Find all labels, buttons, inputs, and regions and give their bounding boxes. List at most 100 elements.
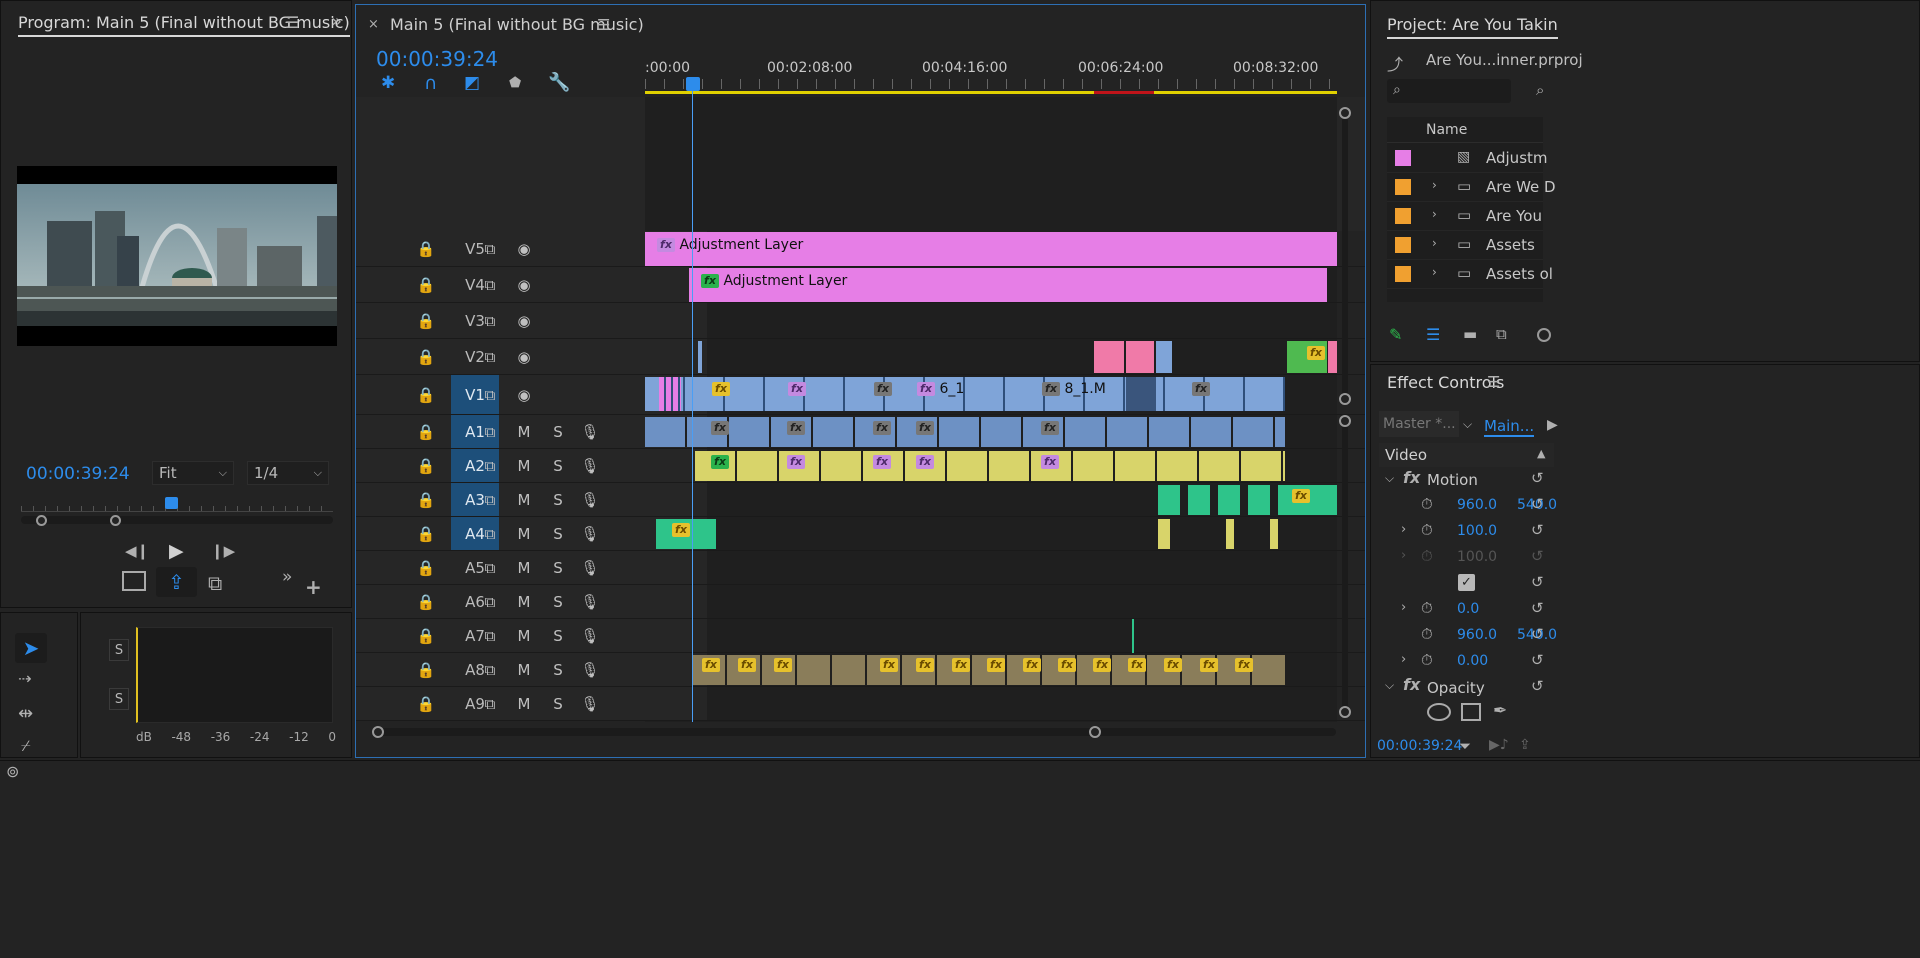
rotation-value[interactable]: 0.0 bbox=[1457, 601, 1479, 617]
audio-vertical-scrollbar[interactable] bbox=[1342, 415, 1348, 711]
stopwatch-icon[interactable]: ⏱ bbox=[1421, 625, 1433, 643]
reset-icon[interactable]: ↺ bbox=[1531, 625, 1544, 643]
collapse-up-icon[interactable]: ▲ bbox=[1537, 447, 1545, 460]
bin-row[interactable]: › ▭ Assets bbox=[1387, 231, 1543, 260]
play-icon[interactable]: ▶ bbox=[169, 540, 184, 562]
microphone-icon[interactable]: 🎙 bbox=[580, 551, 600, 584]
ellipse-mask-icon[interactable] bbox=[1427, 703, 1451, 721]
solo-button[interactable]: S bbox=[548, 415, 568, 448]
time-ruler[interactable]: :00:00 00:02:08:00 00:04:16:00 00:06:24:… bbox=[645, 55, 1337, 97]
lock-icon[interactable]: 🔒 bbox=[416, 551, 436, 584]
play-arrow-icon[interactable]: ▶ bbox=[1547, 417, 1558, 433]
audio-clip[interactable]: fx bbox=[987, 657, 1007, 675]
more-controls-icon[interactable]: » bbox=[282, 567, 292, 587]
chevron-right-icon[interactable]: › bbox=[1432, 265, 1437, 279]
timeline-playhead[interactable] bbox=[686, 77, 700, 91]
label-color-swatch[interactable] bbox=[1395, 237, 1411, 253]
chevron-right-icon[interactable]: › bbox=[1401, 600, 1406, 615]
nest-toggle-icon[interactable]: ✱ bbox=[381, 73, 395, 93]
audio-clip[interactable]: fx bbox=[1235, 657, 1255, 675]
effect-controls-timecode[interactable]: 00:00:39:24 bbox=[1377, 738, 1462, 754]
play-audio-icon[interactable]: ▶♪ bbox=[1489, 737, 1509, 753]
toggle-sync-icon[interactable]: ⧉ bbox=[480, 517, 500, 550]
adjustment-layer-clip[interactable]: fx Adjustment Layer bbox=[689, 268, 1327, 302]
video-clip[interactable]: fx bbox=[1186, 377, 1226, 411]
mute-button[interactable]: M bbox=[514, 653, 534, 686]
lock-icon[interactable]: 🔒 bbox=[416, 415, 436, 448]
scale-value[interactable]: 100.0 bbox=[1457, 523, 1497, 539]
label-color-swatch[interactable] bbox=[1395, 266, 1411, 282]
fit-select[interactable]: Fit ⌵ bbox=[152, 461, 234, 485]
reset-icon[interactable]: ↺ bbox=[1531, 599, 1544, 617]
panel-menu-icon[interactable]: ☰ bbox=[597, 16, 610, 34]
solo-button[interactable]: S bbox=[548, 449, 568, 482]
mute-button[interactable]: M bbox=[514, 619, 534, 652]
reset-icon[interactable]: ↺ bbox=[1531, 677, 1544, 695]
toggle-sync-icon[interactable]: ⧉ bbox=[480, 339, 500, 374]
audio-clip[interactable]: fx bbox=[1164, 657, 1184, 675]
reset-icon[interactable]: ↺ bbox=[1531, 573, 1544, 591]
find-icon[interactable]: ⌕ bbox=[1536, 81, 1544, 99]
toggle-sync-icon[interactable]: ⧉ bbox=[480, 449, 500, 482]
mute-button[interactable]: M bbox=[514, 449, 534, 482]
toggle-sync-icon[interactable]: ⧉ bbox=[480, 303, 500, 338]
lock-icon[interactable]: 🔒 bbox=[416, 687, 436, 720]
audio-clip[interactable]: fx bbox=[916, 657, 936, 675]
export-frame-icon[interactable]: ⇪ bbox=[156, 567, 197, 597]
scroll-handle-bottom[interactable] bbox=[1339, 706, 1351, 718]
lock-icon[interactable]: 🔒 bbox=[416, 653, 436, 686]
audio-clip[interactable]: fx bbox=[880, 657, 900, 675]
video-clip[interactable]: fx bbox=[706, 377, 746, 411]
audio-clip[interactable]: fx bbox=[1200, 657, 1220, 675]
stopwatch-icon[interactable]: ⏱ bbox=[1421, 521, 1433, 539]
export-icon[interactable]: ⇪ bbox=[1519, 737, 1531, 753]
video-clip[interactable] bbox=[1094, 341, 1124, 373]
chevron-down-icon[interactable]: ⌵ bbox=[1385, 471, 1394, 486]
reset-icon[interactable]: ↺ bbox=[1531, 547, 1544, 565]
video-clip[interactable] bbox=[1126, 377, 1156, 411]
timeline-playhead-line[interactable] bbox=[692, 79, 693, 722]
toggle-sync-icon[interactable]: ⧉ bbox=[480, 687, 500, 720]
hscroll-handle-right[interactable] bbox=[1089, 726, 1101, 738]
freeform-view-icon[interactable]: ⧉ bbox=[1496, 325, 1507, 343]
audio-clip[interactable]: fx bbox=[738, 657, 758, 675]
audio-clip[interactable] bbox=[1226, 519, 1234, 549]
sequence-clip-tab[interactable]: Main... bbox=[1484, 417, 1535, 437]
mute-button[interactable]: M bbox=[514, 415, 534, 448]
lock-icon[interactable]: 🔒 bbox=[416, 517, 436, 550]
video-clip[interactable] bbox=[698, 341, 702, 373]
folder-up-icon[interactable]: ⤴ bbox=[1387, 51, 1403, 75]
bin-row[interactable]: › ▭ Assets ol bbox=[1387, 260, 1553, 289]
microphone-icon[interactable]: 🎙 bbox=[580, 517, 600, 550]
sequence-timecode[interactable]: 00:00:39:24 bbox=[376, 47, 498, 71]
expand-panels-icon[interactable]: » bbox=[331, 11, 342, 32]
chevron-right-icon[interactable]: › bbox=[1432, 236, 1437, 250]
video-clip[interactable]: fx bbox=[782, 377, 822, 411]
lock-icon[interactable]: 🔒 bbox=[416, 483, 436, 516]
lock-icon[interactable]: 🔒 bbox=[416, 267, 436, 302]
video-clip[interactable] bbox=[1328, 341, 1337, 373]
lock-icon[interactable]: 🔒 bbox=[416, 303, 436, 338]
audio-clip[interactable]: fx bbox=[1023, 657, 1043, 675]
toggle-sync-icon[interactable]: ⧉ bbox=[480, 375, 500, 414]
track-select-tool-icon[interactable]: ⇢ bbox=[18, 669, 31, 688]
audio-clip[interactable]: fx bbox=[952, 657, 972, 675]
creative-cloud-icon[interactable]: ⊚ bbox=[6, 762, 19, 781]
panel-menu-icon[interactable]: ☰ bbox=[285, 13, 299, 32]
label-color-swatch[interactable] bbox=[1395, 179, 1411, 195]
mute-button[interactable]: M bbox=[514, 585, 534, 618]
audio-clip[interactable]: fx bbox=[1286, 485, 1337, 515]
video-clip[interactable] bbox=[1126, 341, 1154, 373]
zoom-handle-left[interactable] bbox=[36, 515, 47, 526]
audio-clip[interactable]: fx bbox=[1036, 417, 1066, 447]
monitor-zoom-bar[interactable] bbox=[21, 516, 333, 524]
pencil-icon[interactable]: ✎ bbox=[1389, 325, 1402, 344]
timeline-settings-wrench-icon[interactable]: 🔧 bbox=[548, 72, 570, 93]
toggle-sync-icon[interactable]: ⧉ bbox=[480, 619, 500, 652]
audio-clip[interactable]: fx bbox=[774, 657, 794, 675]
chevron-right-icon[interactable]: › bbox=[1401, 522, 1406, 537]
scale-width-value[interactable]: 100.0 bbox=[1457, 549, 1497, 565]
bin-row[interactable]: ▧ Adjustm bbox=[1387, 144, 1548, 173]
close-tab-icon[interactable]: × bbox=[368, 17, 379, 32]
resolution-select[interactable]: 1/4 ⌵ bbox=[247, 461, 329, 485]
